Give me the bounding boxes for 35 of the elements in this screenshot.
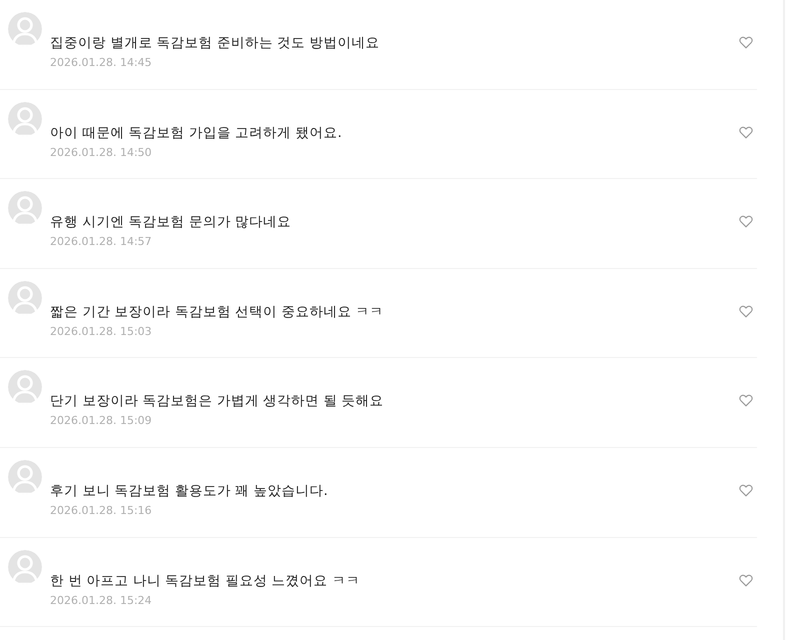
comment-date: 2026.01.28. 15:09 (50, 414, 153, 428)
avatar-icon (8, 102, 42, 136)
like-button[interactable] (739, 574, 753, 587)
comment-date: 2026.01.28. 15:16 (50, 504, 153, 518)
heart-icon (739, 215, 753, 228)
comment-text: 집중이랑 별개로 독감보험 준비하는 것도 방법이네요 (50, 34, 380, 53)
like-button[interactable] (739, 394, 753, 408)
heart-icon (739, 484, 753, 497)
comment-text: 유행 시기엔 독감보험 문의가 많다네요 (50, 213, 292, 232)
avatar-icon (8, 370, 42, 404)
comment-text: 후기 보니 독감보험 활용도가 꽤 높았습니다. (50, 482, 328, 501)
like-button[interactable] (739, 126, 753, 139)
comment-date: 2026.01.28. 15:03 (50, 324, 153, 339)
like-button[interactable] (739, 304, 753, 318)
heart-icon (739, 36, 753, 49)
comment-text: 아이 때문에 독감보험 가입을 고려하게 됐어요. (50, 124, 342, 143)
avatar-icon (8, 191, 42, 226)
avatar-icon (8, 280, 42, 315)
comment-text: 한 번 아프고 나니 독감보험 필요성 느꼈어요 ㅋㅋ (50, 572, 360, 591)
comment-text: 단기 보장이라 독감보험은 가볍게 생각하면 될 듯해요 (50, 392, 384, 412)
heart-icon (739, 126, 753, 139)
comment-date: 2026.01.28. 15:24 (50, 594, 153, 608)
comment-date: 2026.01.28. 14:50 (50, 146, 153, 160)
heart-icon (739, 304, 753, 318)
heart-icon (739, 394, 753, 408)
like-button[interactable] (739, 36, 753, 49)
avatar-icon (8, 12, 42, 46)
like-button[interactable] (739, 484, 753, 497)
comment-text: 짧은 기간 보장이라 독감보험 선택이 중요하네요 ㅋㅋ (50, 302, 384, 322)
avatar-icon (8, 550, 42, 584)
avatar-icon (8, 460, 42, 494)
comment-date: 2026.01.28. 14:45 (50, 56, 153, 70)
heart-icon (739, 574, 753, 587)
comment-date: 2026.01.28. 14:57 (50, 235, 153, 250)
like-button[interactable] (739, 215, 753, 228)
